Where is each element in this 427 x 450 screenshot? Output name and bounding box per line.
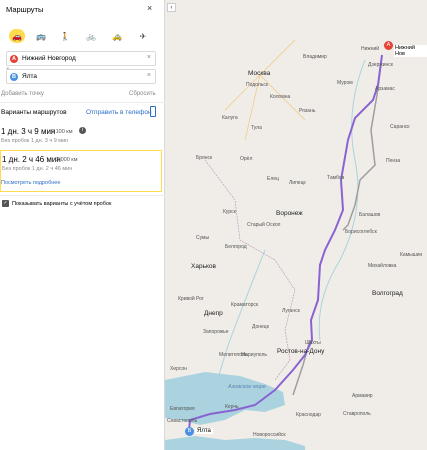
divider: [0, 195, 165, 196]
city-label: Луганск: [282, 308, 300, 314]
city-label: Елец: [267, 176, 279, 182]
add-point-link[interactable]: Добавить точку: [1, 91, 44, 97]
city-label: Керчь: [225, 404, 239, 410]
city-label: Севастополь: [167, 418, 198, 424]
end-marker[interactable]: B: [185, 427, 194, 436]
taxi-icon[interactable]: 🚕: [109, 29, 125, 43]
city-label: Калуга: [222, 115, 238, 121]
city-label: Тамбов: [327, 175, 345, 181]
city-label: Саранск: [390, 124, 410, 130]
plane-icon[interactable]: ✈: [135, 29, 151, 43]
clear-to-icon[interactable]: ×: [147, 72, 151, 79]
bike-icon[interactable]: 🚲: [83, 29, 99, 43]
city-label: Муром: [337, 80, 353, 86]
city-label: Ставрополь: [343, 411, 371, 417]
to-field[interactable]: B Ялта ×: [6, 69, 156, 84]
city-label: Камышин: [400, 252, 423, 258]
traffic-checkbox[interactable]: ✓: [2, 200, 9, 207]
from-field[interactable]: A Нижний Новгород ×: [6, 51, 156, 66]
city-label: Владимир: [303, 54, 327, 60]
bus-icon[interactable]: 🚌: [33, 29, 49, 43]
route-distance: 2 000 км: [56, 157, 78, 163]
city-label: Днепр: [204, 310, 223, 317]
city-label: Коломна: [270, 94, 291, 100]
road: [224, 39, 306, 141]
transport-modes: 🚗 🚌 🚶 🚲 🚕 ✈: [9, 29, 159, 44]
from-input[interactable]: Нижний Новгород: [22, 55, 76, 62]
river: [214, 249, 266, 391]
route-distance: 2 100 км: [51, 129, 73, 135]
point-b-icon: B: [10, 73, 18, 81]
start-marker-label: Нижний Нов: [394, 45, 427, 57]
city-label: Краматорск: [231, 302, 259, 308]
city-label: Херсон: [170, 366, 187, 372]
city-label: Дзержинск: [368, 62, 393, 68]
city-label: Борисоглебск: [345, 229, 377, 235]
city-label: Кривой Рог: [178, 296, 204, 302]
border: [204, 159, 296, 381]
route-no-traffic: Без пробок 1 дн. 3 ч 9 мин: [1, 138, 69, 144]
city-label: Донецк: [252, 324, 269, 330]
to-input[interactable]: Ялта: [22, 73, 37, 80]
info-icon[interactable]: i: [79, 127, 86, 134]
walk-icon[interactable]: 🚶: [57, 29, 73, 43]
city-label: Волгоград: [372, 290, 403, 297]
city-label: Пенза: [386, 158, 401, 164]
point-a-icon: A: [10, 55, 18, 63]
city-label: Арзамас: [375, 86, 395, 92]
map-view[interactable]: ‹ Нижний Владимир Москва Подольск Дзержи…: [165, 0, 427, 450]
city-label: Белгород: [225, 244, 247, 250]
city-label: Шахты: [305, 340, 321, 346]
city-label: Армавир: [352, 393, 373, 399]
start-marker[interactable]: A: [384, 41, 393, 50]
city-label: Москва: [248, 70, 271, 77]
city-label: Брянск: [196, 155, 213, 161]
clear-from-icon[interactable]: ×: [147, 54, 151, 61]
details-link[interactable]: Посмотреть подробнее: [1, 180, 60, 186]
divider: [0, 102, 165, 103]
city-label: Курск: [223, 209, 236, 215]
city-label: Воронеж: [276, 210, 303, 217]
city-label: Липецк: [289, 180, 306, 186]
route-no-traffic: Без пробок 1 дн. 2 ч 46 мин: [2, 166, 73, 172]
city-label: Старый Оскол: [247, 222, 281, 228]
city-label: Тула: [251, 125, 262, 131]
city-label: Новороссийск: [253, 432, 286, 438]
end-marker-label: Ялта: [195, 428, 213, 434]
traffic-checkbox-label: Показывать варианты с учётом пробок: [12, 201, 112, 207]
city-label: Евпатория: [170, 406, 195, 412]
city-label: Балашов: [359, 212, 381, 218]
city-label: Запорожье: [203, 329, 229, 335]
route-time: 1 дн. 3 ч 9 мин: [1, 127, 56, 136]
city-label: Михайловка: [368, 263, 397, 269]
city-label: Краснодар: [296, 412, 321, 418]
city-label: Харьков: [191, 263, 216, 270]
phone-icon[interactable]: [150, 106, 156, 117]
sea-label: Азовское море: [228, 384, 266, 390]
send-to-phone-link[interactable]: Отправить в телефон: [86, 109, 152, 116]
panel-title: Маршруты: [6, 5, 44, 14]
car-icon[interactable]: 🚗: [9, 29, 25, 43]
routes-panel: Маршруты × 🚗 🚌 🚶 🚲 🚕 ✈ A Нижний Новгород…: [0, 0, 165, 450]
back-icon[interactable]: ‹: [167, 3, 176, 12]
route-time: 1 дн. 2 ч 46 мин: [2, 155, 61, 164]
city-label: Ростов-на-Дону: [277, 348, 325, 355]
city-label: Подольск: [246, 82, 269, 88]
route-options-label: Варианты маршрутов: [1, 109, 67, 116]
city-label: Мариуполь: [241, 352, 267, 358]
close-icon[interactable]: ×: [147, 3, 152, 13]
city-label: Орёл: [240, 156, 253, 162]
city-label: Сумы: [196, 235, 210, 241]
city-label: Нижний: [361, 46, 380, 52]
reset-link[interactable]: Сбросить: [129, 91, 156, 97]
sea-area: [165, 436, 305, 450]
city-label: Рязань: [299, 108, 316, 114]
